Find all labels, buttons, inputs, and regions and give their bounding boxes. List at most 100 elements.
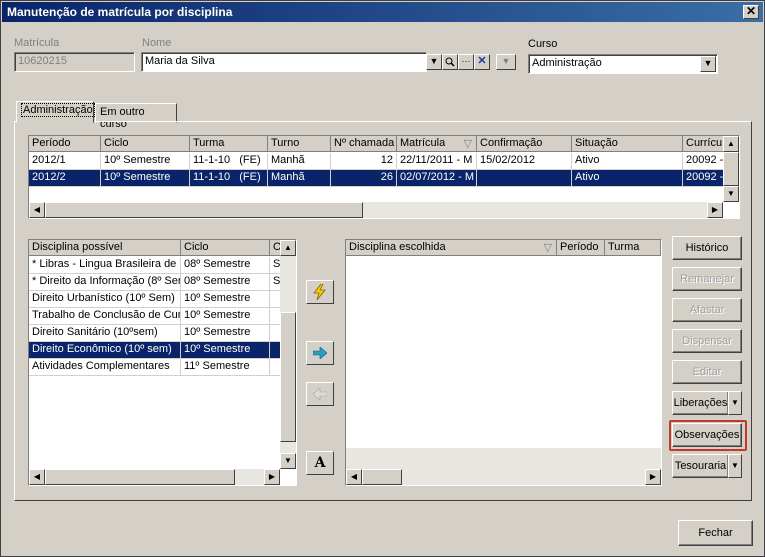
nome-search-button[interactable] — [442, 54, 458, 70]
curso-label: Curso — [528, 38, 558, 50]
cell: Manhã — [268, 153, 331, 170]
nome-extra-dropdown[interactable]: ▼ — [496, 54, 516, 70]
remanejar-button[interactable]: Remanejar — [672, 267, 742, 291]
auto-assign-button[interactable] — [306, 280, 334, 304]
cell: 10º Semestre — [181, 342, 270, 359]
tab-em-outro-curso[interactable]: Em outro curso — [95, 103, 177, 130]
liberacoes-button[interactable]: Liberações — [672, 391, 729, 415]
scroll-down-icon[interactable]: ▼ — [723, 186, 739, 202]
ellipsis-icon: ··· — [461, 56, 471, 66]
scroll-down-icon[interactable]: ▼ — [280, 453, 296, 469]
close-button[interactable]: ✕ — [743, 5, 759, 19]
scroll-left-icon[interactable]: ◀ — [346, 469, 362, 485]
cell: 12 — [331, 153, 397, 170]
col-header[interactable]: Currícu — [683, 136, 725, 152]
scroll-up-icon[interactable]: ▲ — [280, 240, 296, 256]
col-header[interactable]: Confirmação — [477, 136, 572, 152]
col-header[interactable]: Turma — [190, 136, 268, 152]
col-header[interactable]: Ciclo — [101, 136, 190, 152]
scroll-thumb[interactable] — [362, 469, 402, 485]
historico-button[interactable]: Histórico — [672, 236, 742, 260]
cell: 2012/2 — [29, 170, 101, 187]
close-icon: ✕ — [745, 4, 757, 18]
cell: 15/02/2012 — [477, 153, 572, 170]
tesouraria-button[interactable]: Tesouraria — [672, 454, 729, 478]
dropdown-arrow-icon: ▼ — [731, 398, 739, 407]
curso-select[interactable]: Administração — [528, 54, 718, 74]
vertical-scrollbar[interactable]: ▲ ▼ — [280, 240, 296, 469]
lightning-icon — [313, 283, 326, 301]
horizontal-scrollbar[interactable]: ◀ ▶ — [29, 469, 280, 485]
cell: 20092 - — [683, 170, 725, 187]
col-header[interactable]: Situação — [572, 136, 683, 152]
cell: Direito Sanitário (10ºsem) — [29, 325, 181, 342]
liberacoes-dropdown[interactable]: ▼ — [728, 391, 742, 415]
col-header[interactable]: Ciclo — [181, 240, 270, 256]
cell: Ativo — [572, 170, 683, 187]
chosen-disciplines-table[interactable]: Disciplina escolhida ▽ Período Turma ◀ ▶ — [345, 239, 662, 486]
horizontal-scrollbar[interactable]: ◀ ▶ — [29, 202, 723, 218]
window-title: Manutenção de matrícula por disciplina — [7, 5, 233, 19]
dropdown-arrow-icon: ▼ — [703, 58, 713, 68]
nome-clear-button[interactable]: ✕ — [474, 54, 490, 70]
enrollment-table[interactable]: Período Ciclo Turma Turno Nº chamada Mat… — [28, 135, 740, 219]
cell: * Direito da Informação (8º Sem — [29, 274, 181, 291]
col-header[interactable]: Turno — [268, 136, 331, 152]
col-header[interactable]: Disciplina escolhida ▽ — [346, 240, 557, 256]
arrow-left-icon — [312, 387, 328, 401]
nome-ellipsis-button[interactable]: ··· — [458, 54, 474, 70]
vertical-scrollbar[interactable]: ▲ ▼ — [723, 136, 739, 202]
cell: Atividades Complementares — [29, 359, 181, 376]
afastar-button[interactable]: Afastar — [672, 298, 742, 322]
scroll-left-icon[interactable]: ◀ — [29, 469, 45, 485]
title-bar: Manutenção de matrícula por disciplina ✕ — [2, 2, 763, 22]
arrow-right-icon — [312, 346, 328, 360]
dropdown-arrow-icon: ▼ — [501, 56, 511, 66]
cell: 22/11/2011 - M — [397, 153, 477, 170]
col-header[interactable]: Período — [29, 136, 101, 152]
cell: 2012/1 — [29, 153, 101, 170]
horizontal-scrollbar[interactable]: ◀ ▶ — [346, 469, 661, 485]
dispensar-button[interactable]: Dispensar — [672, 329, 742, 353]
nome-dropdown-button[interactable]: ▼ — [426, 54, 442, 70]
scroll-right-icon[interactable]: ▶ — [264, 469, 280, 485]
scroll-up-icon[interactable]: ▲ — [723, 136, 739, 152]
cell: 10º Semestre — [101, 153, 190, 170]
add-discipline-button[interactable] — [306, 341, 334, 365]
remove-discipline-button[interactable] — [306, 382, 334, 406]
cell: 08º Semestre — [181, 274, 270, 291]
col-header[interactable]: Nº chamada — [331, 136, 397, 152]
scroll-thumb[interactable] — [280, 312, 296, 442]
col-header[interactable]: Turma — [605, 240, 661, 256]
empty-footer — [346, 448, 661, 469]
sort-icon: ▽ — [543, 242, 552, 254]
nome-field[interactable]: Maria da Silva — [141, 52, 427, 72]
dropdown-arrow-icon: ▼ — [429, 56, 439, 66]
col-header[interactable]: Disciplina possível — [29, 240, 181, 256]
editar-button[interactable]: Editar — [672, 360, 742, 384]
scroll-right-icon[interactable]: ▶ — [645, 469, 661, 485]
scroll-thumb[interactable] — [723, 152, 739, 186]
font-button[interactable]: A — [306, 451, 334, 475]
col-header[interactable]: Período — [557, 240, 605, 256]
cell: 20092 - — [683, 153, 725, 170]
scroll-thumb[interactable] — [45, 469, 235, 485]
tab-administracao[interactable]: Administração — [16, 101, 95, 123]
cell — [477, 170, 572, 187]
scroll-left-icon[interactable]: ◀ — [29, 202, 45, 218]
available-disciplines-table[interactable]: Disciplina possível Ciclo O * Libras - L… — [28, 239, 297, 486]
scroll-thumb[interactable] — [45, 202, 363, 218]
col-header-label: Disciplina escolhida — [349, 241, 446, 253]
cell: Trabalho de Conclusão de Curs — [29, 308, 181, 325]
curso-dropdown-button[interactable]: ▼ — [700, 56, 716, 72]
scroll-right-icon[interactable]: ▶ — [707, 202, 723, 218]
observacoes-button[interactable]: Observações — [672, 423, 742, 447]
sort-icon: ▽ — [463, 138, 472, 150]
matricula-label: Matrícula — [14, 37, 60, 49]
fechar-button[interactable]: Fechar — [678, 520, 753, 546]
cell: 02/07/2012 - M — [397, 170, 477, 187]
tesouraria-dropdown[interactable]: ▼ — [728, 454, 742, 478]
col-header[interactable]: Matrícula ▽ — [397, 136, 477, 152]
cell: Direito Urbanístico (10º Sem) — [29, 291, 181, 308]
search-icon — [445, 57, 455, 67]
